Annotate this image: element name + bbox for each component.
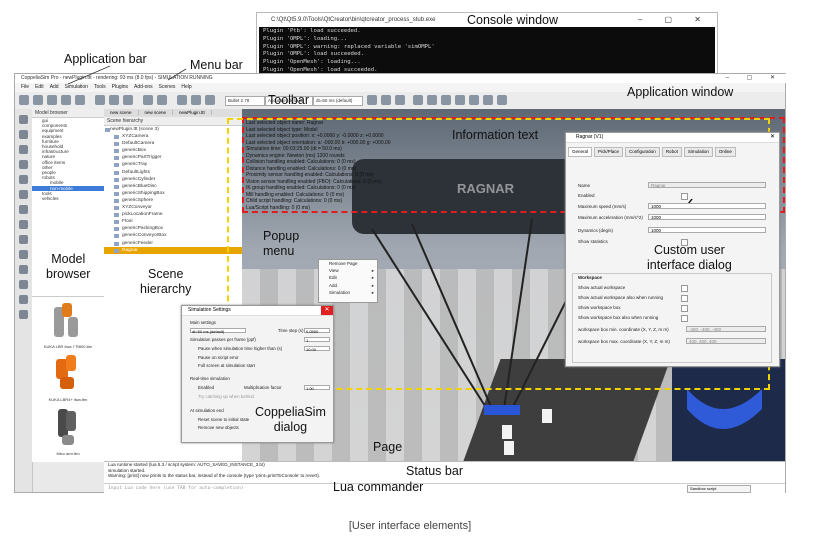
callout-coppeliasim-dialog: CoppeliaSim dialog [255,405,326,434]
callout-scene-hierarchy: Scene hierarchy [140,267,192,296]
callout-menu-bar: Menu bar [190,58,243,72]
callout-custom-dialog: Custom user interface dialog [647,243,732,272]
callout-application-bar: Application bar [64,52,147,66]
callout-console-window: Console window [467,13,559,27]
callout-page: Page [373,440,403,454]
callout-application-window: Application window [627,85,734,99]
callout-toolbar: Toolbar [268,93,309,107]
callout-popup-menu: Popup menu [263,229,300,258]
figure-caption: [User interface elements] [348,520,472,532]
callout-information-text: Information text [452,128,539,142]
callout-status-bar: Status bar [406,464,463,478]
callout-model-browser: Model browser [46,252,91,281]
callout-lua-commander: Lua commander [333,480,424,494]
